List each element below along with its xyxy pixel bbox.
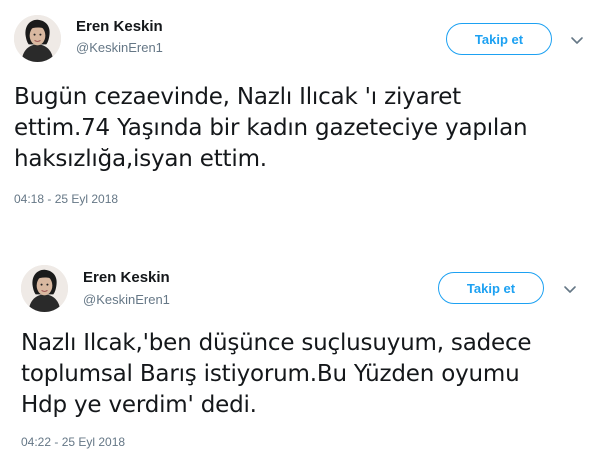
tweet-timestamp[interactable]: 04:18 - 25 Eyl 2018 [14,192,118,206]
tweet-text-line: Bugün cezaevinde, Nazlı Ilıcak 'ı ziyare… [14,84,461,110]
tweet-card: Eren Keskin @KeskinEren1 Takip et Bugün … [0,0,601,230]
tweet-text-line: Nazlı Ilcak,'ben düşünce suçlusuyum, sad… [21,330,532,356]
chevron-down-icon[interactable] [562,281,578,297]
tweet-text-line: Hdp ye verdim' dedi. [21,392,257,418]
avatar[interactable] [14,15,61,62]
tweet-text: Nazlı Ilcak,'ben düşünce suçlusuyum, sad… [21,328,591,421]
author-name[interactable]: Eren Keskin [76,18,163,35]
follow-button[interactable]: Takip et [446,23,552,55]
author-name[interactable]: Eren Keskin [83,269,170,286]
follow-button[interactable]: Takip et [438,272,544,304]
tweet-text: Bugün cezaevinde, Nazlı Ilıcak 'ı ziyare… [14,82,594,175]
tweet-card: Eren Keskin @KeskinEren1 Takip et Nazlı … [0,250,601,460]
avatar[interactable] [21,265,68,312]
tweet-timestamp[interactable]: 04:22 - 25 Eyl 2018 [21,435,125,449]
tweet-text-line: toplumsal Barış istiyorum.Bu Yüzden oyum… [21,361,520,387]
tweet-text-line: ettim.74 Yaşında bir kadın gazeteciye ya… [14,115,528,141]
chevron-down-icon[interactable] [569,32,585,48]
author-handle[interactable]: @KeskinEren1 [76,40,163,55]
author-handle[interactable]: @KeskinEren1 [83,292,170,307]
tweet-text-line: haksızlığa,isyan ettim. [14,146,267,172]
